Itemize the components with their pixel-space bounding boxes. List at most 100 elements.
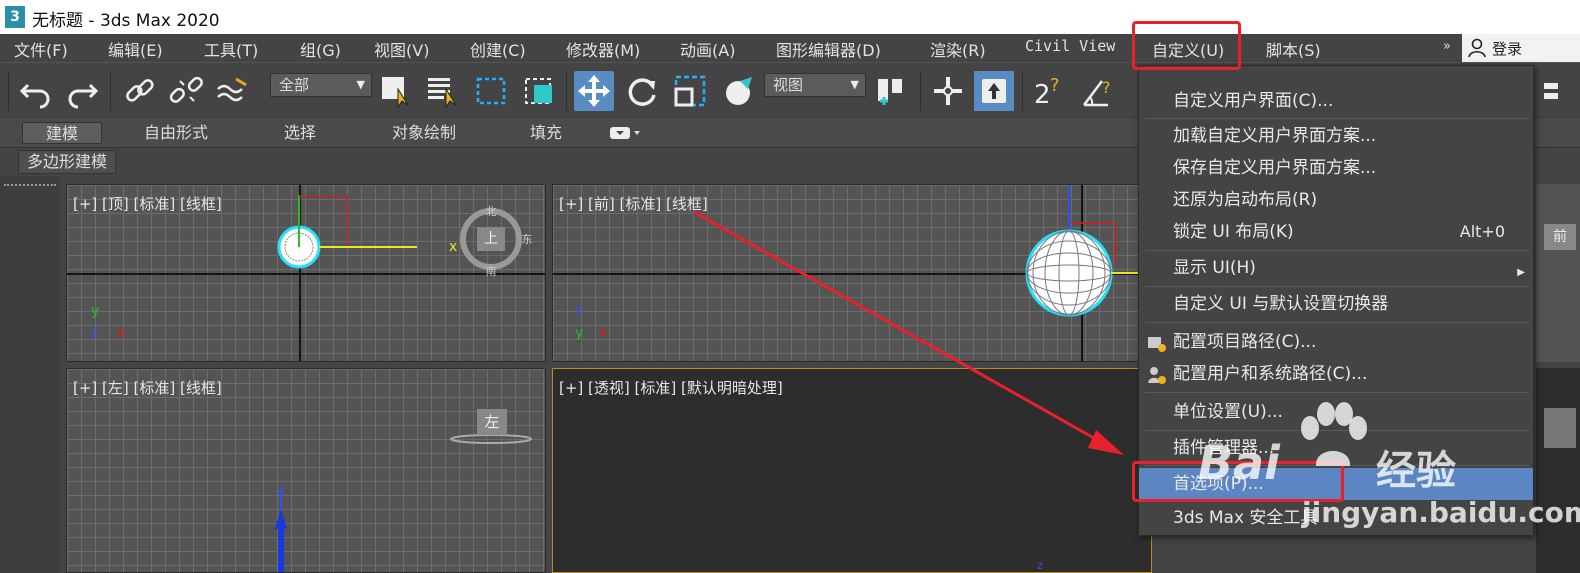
viewport-front-edge: 前 xyxy=(1536,184,1580,362)
use-pivot-center-icon[interactable] xyxy=(872,71,912,111)
menu-item-load-ui-scheme[interactable]: 加载自定义用户界面方案... xyxy=(1139,120,1533,152)
menu-animation[interactable]: 动画(A) xyxy=(680,37,735,61)
left-sidebar xyxy=(0,176,60,573)
menu-bar: 文件(F) 编辑(E) 工具(T) 组(G) 视图(V) 创建(C) 修改器(M… xyxy=(0,34,1580,62)
menu-item-label: 锁定 UI 布局(K) xyxy=(1173,222,1294,242)
viewport-front[interactable]: [+] [前] [标准] [线框] z y x xyxy=(552,184,1152,362)
menu-item-label: 配置项目路径(C)... xyxy=(1173,332,1317,352)
angle-snap-icon[interactable]: ? xyxy=(1078,71,1118,111)
menu-item-plugin-manager[interactable]: 插件管理器... xyxy=(1139,432,1533,464)
link-icon[interactable] xyxy=(120,71,160,111)
menu-item-units-setup[interactable]: 单位设置(U)... xyxy=(1139,396,1533,428)
menu-scripting[interactable]: 脚本(S) xyxy=(1266,37,1321,61)
toolbar-extra-icon[interactable] xyxy=(1536,71,1576,111)
select-and-move-icon[interactable] xyxy=(574,71,614,111)
svg-text:x: x xyxy=(449,239,457,255)
menu-item-label: 3ds Max 安全工具 xyxy=(1173,508,1318,528)
svg-text:y: y xyxy=(575,325,583,341)
select-and-manipulate-icon[interactable] xyxy=(928,71,968,111)
viewport-perspective-label[interactable]: [+] [透视] [标准] [默认明暗处理] xyxy=(559,377,783,398)
viewport-top[interactable]: [+] [顶] [标准] [线框] x 北 东 南 y z x 上 xyxy=(66,184,546,362)
snaps-toggle-icon[interactable]: 2 ? xyxy=(1030,71,1070,111)
reference-coordinate-dropdown[interactable]: 视图 ▼ xyxy=(764,73,866,97)
window-title: 无标题 - 3ds Max 2020 xyxy=(32,11,220,31)
menu-item-label: 单位设置(U)... xyxy=(1173,402,1283,422)
keyboard-shortcut-override-icon[interactable] xyxy=(974,71,1014,111)
svg-text:z: z xyxy=(91,325,98,341)
tab-object-paint[interactable]: 对象绘制 xyxy=(376,122,472,144)
menu-group[interactable]: 组(G) xyxy=(300,37,341,61)
menu-item-user-system-paths[interactable]: 配置用户和系统路径(C)... xyxy=(1139,358,1533,390)
menu-item-project-paths[interactable]: 配置项目路径(C)... xyxy=(1139,326,1533,358)
menu-modifiers[interactable]: 修改器(M) xyxy=(566,37,640,61)
viewcube-perspective[interactable] xyxy=(1544,408,1576,448)
submenu-arrow-icon: ▶ xyxy=(1517,267,1525,278)
user-gear-icon xyxy=(1148,367,1166,384)
unlink-icon[interactable] xyxy=(166,71,206,111)
front-view-scene: z y x xyxy=(575,185,1151,341)
select-and-scale-icon[interactable] xyxy=(670,71,710,111)
ribbon-options-icon[interactable] xyxy=(608,125,644,141)
select-object-icon[interactable] xyxy=(378,71,418,111)
login-button[interactable]: 登录 xyxy=(1462,34,1580,62)
top-view-scene: x 北 东 南 y z x xyxy=(91,195,533,341)
menu-item-label: 还原为启动布局(R) xyxy=(1173,190,1318,210)
svg-text:东: 东 xyxy=(522,233,533,246)
menu-edit[interactable]: 编辑(E) xyxy=(108,37,163,61)
bind-space-warp-icon[interactable] xyxy=(212,71,252,111)
annotation-box-customize-menu xyxy=(1132,21,1241,70)
menu-item-lock-ui-layout[interactable]: 锁定 UI 布局(K) Alt+0 xyxy=(1139,216,1533,248)
menu-item-revert-layout[interactable]: 还原为启动布局(R) xyxy=(1139,184,1533,216)
svg-text:北: 北 xyxy=(486,205,497,218)
tab-freeform[interactable]: 自由形式 xyxy=(128,122,224,144)
selection-filter-dropdown[interactable]: 全部 ▼ xyxy=(270,73,372,97)
tab-selection[interactable]: 选择 xyxy=(262,122,338,144)
menu-item-label: 显示 UI(H) xyxy=(1173,258,1256,278)
left-view-scene: z xyxy=(275,409,532,572)
menu-create[interactable]: 创建(C) xyxy=(470,37,526,61)
viewport-left[interactable]: [+] [左] [标准] [线框] z 左 xyxy=(66,368,546,573)
menu-overflow-icon[interactable]: » xyxy=(1443,39,1451,54)
select-and-rotate-icon[interactable] xyxy=(622,71,662,111)
menu-item-save-ui-scheme[interactable]: 保存自定义用户界面方案... xyxy=(1139,152,1533,184)
title-bar: 3 无标题 - 3ds Max 2020 xyxy=(0,0,1580,34)
menu-item-security-tools[interactable]: 3ds Max 安全工具 xyxy=(1139,502,1533,534)
svg-text:南: 南 xyxy=(486,265,497,278)
menu-item-label: 插件管理器... xyxy=(1173,438,1275,458)
menu-views[interactable]: 视图(V) xyxy=(374,37,429,61)
undo-icon[interactable] xyxy=(16,71,56,111)
viewcube-top[interactable]: 上 xyxy=(477,227,505,251)
select-by-name-icon[interactable] xyxy=(424,71,464,111)
menu-tools[interactable]: 工具(T) xyxy=(204,37,258,61)
menu-civil-view[interactable]: Civil View xyxy=(1025,37,1115,55)
select-and-place-icon[interactable] xyxy=(718,71,758,111)
polygon-modeling-panel[interactable]: 多边形建模 xyxy=(18,150,117,174)
redo-icon[interactable] xyxy=(62,71,102,111)
chevron-down-icon: ▼ xyxy=(850,78,859,91)
menu-item-show-ui[interactable]: 显示 UI(H) ▶ xyxy=(1139,252,1533,284)
viewcube-front[interactable]: 前 xyxy=(1544,224,1576,250)
menu-item-customize-ui[interactable]: 自定义用户界面(C)... xyxy=(1139,86,1533,116)
menu-item-ui-defaults-switcher[interactable]: 自定义 UI 与默认设置切换器 xyxy=(1139,288,1533,320)
rectangular-selection-icon[interactable] xyxy=(472,71,512,111)
tab-populate[interactable]: 填充 xyxy=(508,122,584,144)
svg-text:2: 2 xyxy=(1034,80,1051,110)
svg-text:?: ? xyxy=(1050,75,1060,96)
reference-coordinate-value: 视图 xyxy=(773,76,804,94)
viewport-perspective[interactable]: [+] [透视] [标准] [默认明暗处理] z xyxy=(552,368,1152,573)
menu-file[interactable]: 文件(F) xyxy=(14,37,68,61)
svg-text:?: ? xyxy=(1102,78,1111,97)
viewcube-left[interactable]: 左 xyxy=(477,409,507,435)
tab-modeling[interactable]: 建模 xyxy=(22,122,102,144)
menu-rendering[interactable]: 渲染(R) xyxy=(930,37,986,61)
folder-gear-icon xyxy=(1148,337,1166,352)
window-crossing-icon[interactable] xyxy=(520,71,560,111)
viewport-perspective-edge xyxy=(1536,368,1580,573)
login-label: 登录 xyxy=(1492,40,1523,58)
selection-filter-value: 全部 xyxy=(279,76,310,94)
app-logo-icon: 3 xyxy=(5,6,25,28)
menu-item-label: 配置用户和系统路径(C)... xyxy=(1173,364,1368,384)
menu-item-label: 自定义 UI 与默认设置切换器 xyxy=(1173,294,1389,314)
menu-graph-editors[interactable]: 图形编辑器(D) xyxy=(776,37,881,61)
annotation-box-preferences xyxy=(1132,461,1344,502)
